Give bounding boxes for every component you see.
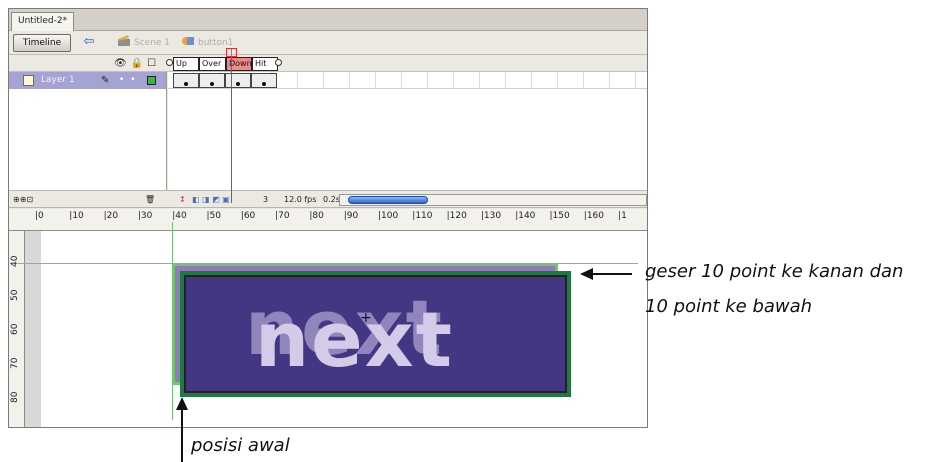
timeline-header: 👁🔒☐ Up Over Down Hit xyxy=(9,56,647,72)
center-frame-icon[interactable]: ↕ xyxy=(179,194,186,206)
scene-label: Scene 1 xyxy=(134,38,171,48)
playhead[interactable] xyxy=(226,48,237,57)
ruler-label: |90 xyxy=(343,211,359,221)
layer-icon xyxy=(23,75,34,86)
arrow-up-icon xyxy=(176,397,188,410)
add-layer-icon[interactable]: ⊕⊕⊡ xyxy=(13,194,33,206)
guide-vertical xyxy=(172,222,173,420)
document-tab[interactable]: Untitled-2* xyxy=(11,12,75,31)
layer-panel: Layer 1 ✎ •• xyxy=(9,72,167,190)
keyframe-down[interactable] xyxy=(225,73,251,88)
frame-rate: 12.0 fps xyxy=(284,195,317,204)
ruler-label: 50 xyxy=(10,289,20,301)
breadcrumb-scene[interactable]: Scene 1 xyxy=(117,35,170,51)
frame-label-up[interactable]: Up xyxy=(173,57,199,71)
arrow-up-line xyxy=(181,410,183,462)
ruler-label: |110 xyxy=(412,211,433,221)
button-text-shifted: next xyxy=(255,295,455,384)
pasteboard xyxy=(25,231,41,427)
ruler-label: 80 xyxy=(10,391,20,403)
delete-layer-icon[interactable]: 🗑 xyxy=(145,194,155,206)
frame-label-end-dot xyxy=(275,59,282,66)
ruler-label: |120 xyxy=(446,211,467,221)
annotation-shift-down: 10 point ke bawah xyxy=(645,296,813,317)
edit-bar: Timeline ⇦ Scene 1 button1 xyxy=(9,31,647,55)
keyframe-up[interactable] xyxy=(173,73,199,88)
vertical-ruler: 40 50 60 70 80 xyxy=(9,231,25,427)
timeline-button[interactable]: Timeline xyxy=(13,34,71,52)
annotation-original-position: posisi awal xyxy=(191,435,290,456)
symbol-label: button1 xyxy=(198,38,234,48)
frame-label-down[interactable]: Down xyxy=(226,57,252,71)
current-frame: 3 xyxy=(263,195,269,204)
ruler-label: |160 xyxy=(583,211,605,221)
layer-row[interactable]: Layer 1 ✎ •• xyxy=(9,72,166,89)
arrow-left-line xyxy=(592,273,632,275)
keyframe-over[interactable] xyxy=(199,73,225,88)
frame-row[interactable] xyxy=(168,72,647,89)
ruler-label: |70 xyxy=(275,211,290,221)
ruler-label: |30 xyxy=(137,211,153,221)
timeline-footer: ⊕⊕⊡ 🗑 ↕ ◧ ◨ ◩ ▣ 3 12.0 fps 0.2s xyxy=(9,190,647,208)
elapsed-time: 0.2s xyxy=(323,195,340,204)
ruler-label: |100 xyxy=(378,211,399,221)
button-symbol-icon xyxy=(182,37,194,45)
ruler-label: |130 xyxy=(480,211,502,221)
document-tab-bar: Untitled-2* xyxy=(9,9,647,31)
arrow-left-icon xyxy=(580,268,593,280)
registration-point-icon: + xyxy=(360,310,372,326)
layer-toggle-dots[interactable]: •• xyxy=(119,72,142,89)
annotation-shift: geser 10 point ke kanan dan xyxy=(645,261,904,282)
layer-name: Layer 1 xyxy=(41,75,75,85)
outline-color-icon[interactable] xyxy=(147,76,156,85)
keyframe-hit[interactable] xyxy=(251,73,277,88)
frame-label-hit[interactable]: Hit xyxy=(252,57,278,71)
ruler-label: |0 xyxy=(35,211,44,221)
frame-label-start-dot xyxy=(166,59,173,66)
ruler-label: |20 xyxy=(103,211,119,221)
ruler-label: |140 xyxy=(515,211,536,221)
scrollbar-thumb[interactable] xyxy=(348,196,428,204)
ruler-label: |60 xyxy=(240,211,256,221)
ruler-label: 70 xyxy=(10,357,20,369)
ruler-label: |40 xyxy=(172,211,187,221)
frame-grid[interactable] xyxy=(168,72,647,190)
ruler-label: |50 xyxy=(206,211,221,221)
left-arrow-icon[interactable]: ⇦ xyxy=(79,34,99,52)
clapper-icon xyxy=(118,35,130,46)
playhead-line xyxy=(231,48,232,203)
timeline-scrollbar[interactable] xyxy=(339,194,647,206)
ruler-label: 60 xyxy=(10,323,20,335)
ruler-label: |1 xyxy=(618,211,627,221)
frame-label-over[interactable]: Over xyxy=(199,57,226,71)
horizontal-ruler: |0 |10 |20 |30 |40 |50 |60 |70 |80 |90 |100 |110 |12… xyxy=(9,209,647,231)
ruler-label: |10 xyxy=(69,211,84,221)
pencil-icon: ✎ xyxy=(101,75,110,86)
onion-skin-icons[interactable]: ◧ ◨ ◩ ▣ xyxy=(192,194,230,206)
ruler-label: |150 xyxy=(549,211,570,221)
ruler-label: |80 xyxy=(309,211,324,221)
layer-visibility-controls[interactable]: 👁🔒☐ xyxy=(114,58,160,69)
ruler-label: 40 xyxy=(10,255,20,267)
guide-horizontal xyxy=(16,263,638,264)
